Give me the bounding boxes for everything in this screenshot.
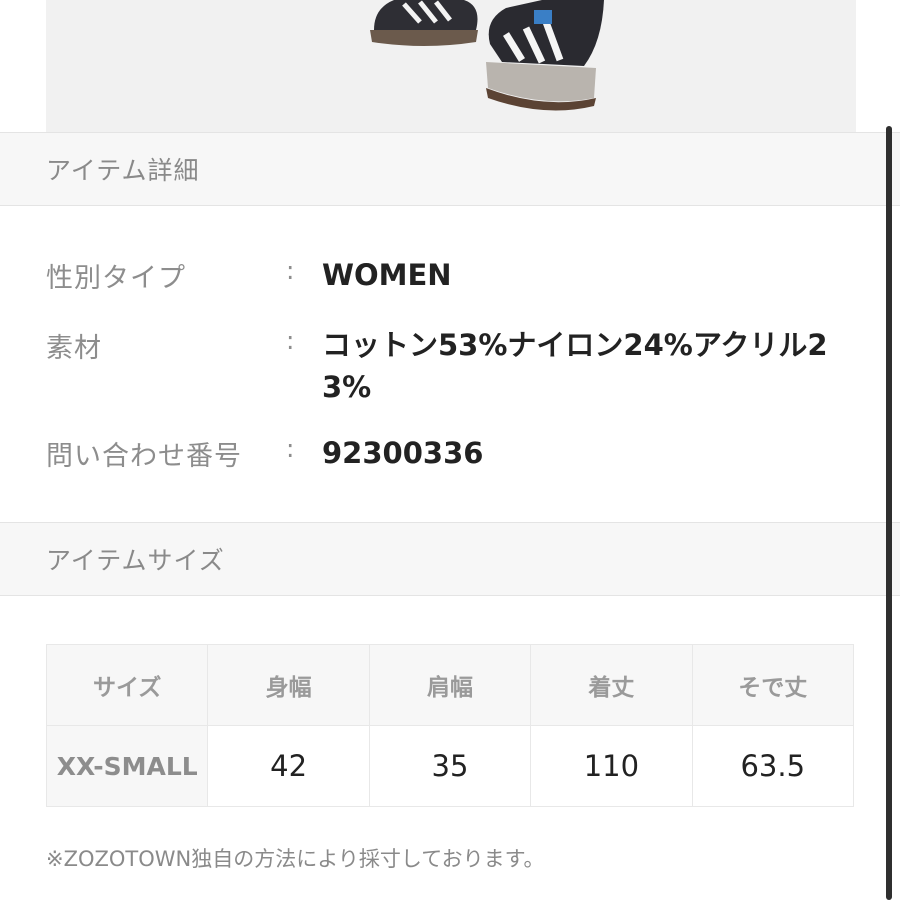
measurement-note: ※ZOZOTOWN独自の方法により採寸しております。 xyxy=(46,847,545,871)
size-value-cell: 35 xyxy=(368,725,532,807)
detail-label-material: 素材 xyxy=(46,333,102,364)
detail-separator: : xyxy=(286,256,295,285)
size-header-body-width: 身幅 xyxy=(207,644,370,726)
detail-value-inquiry-number: 92300336 xyxy=(322,436,484,470)
size-header-length: 着丈 xyxy=(530,644,693,726)
size-value-cell: 42 xyxy=(207,725,370,807)
detail-label-inquiry-number: 問い合わせ番号 xyxy=(46,441,242,472)
scrollbar[interactable] xyxy=(886,126,892,900)
size-value-cell: 110 xyxy=(530,725,693,807)
detail-label-gender: 性別タイプ xyxy=(46,263,186,294)
item-details-title: アイテム詳細 xyxy=(46,156,200,185)
size-header-shoulder-width: 肩幅 xyxy=(368,644,532,726)
item-details-header: アイテム詳細 xyxy=(0,132,900,206)
item-size-header: アイテムサイズ xyxy=(0,522,900,596)
size-table-header-row: サイズ 身幅 肩幅 着丈 そで丈 xyxy=(45,644,855,726)
product-photo[interactable] xyxy=(46,0,856,132)
detail-value-gender: WOMEN xyxy=(322,258,452,292)
size-value-cell: 63.5 xyxy=(691,725,855,807)
size-name-cell: XX-SMALL xyxy=(45,725,209,807)
item-size-title: アイテムサイズ xyxy=(46,546,225,575)
detail-value-material: コットン53%ナイロン24%アクリル23% xyxy=(322,328,828,404)
detail-separator: : xyxy=(286,326,295,355)
table-row: XX-SMALL 42 35 110 63.5 xyxy=(45,725,855,807)
size-table: サイズ 身幅 肩幅 着丈 そで丈 XX-SMALL 42 35 110 63.5 xyxy=(45,644,855,807)
size-header-size: サイズ xyxy=(45,644,209,726)
sneaker-image-icon xyxy=(370,0,604,111)
detail-separator: : xyxy=(286,434,295,463)
size-header-sleeve-length: そで丈 xyxy=(691,644,855,726)
